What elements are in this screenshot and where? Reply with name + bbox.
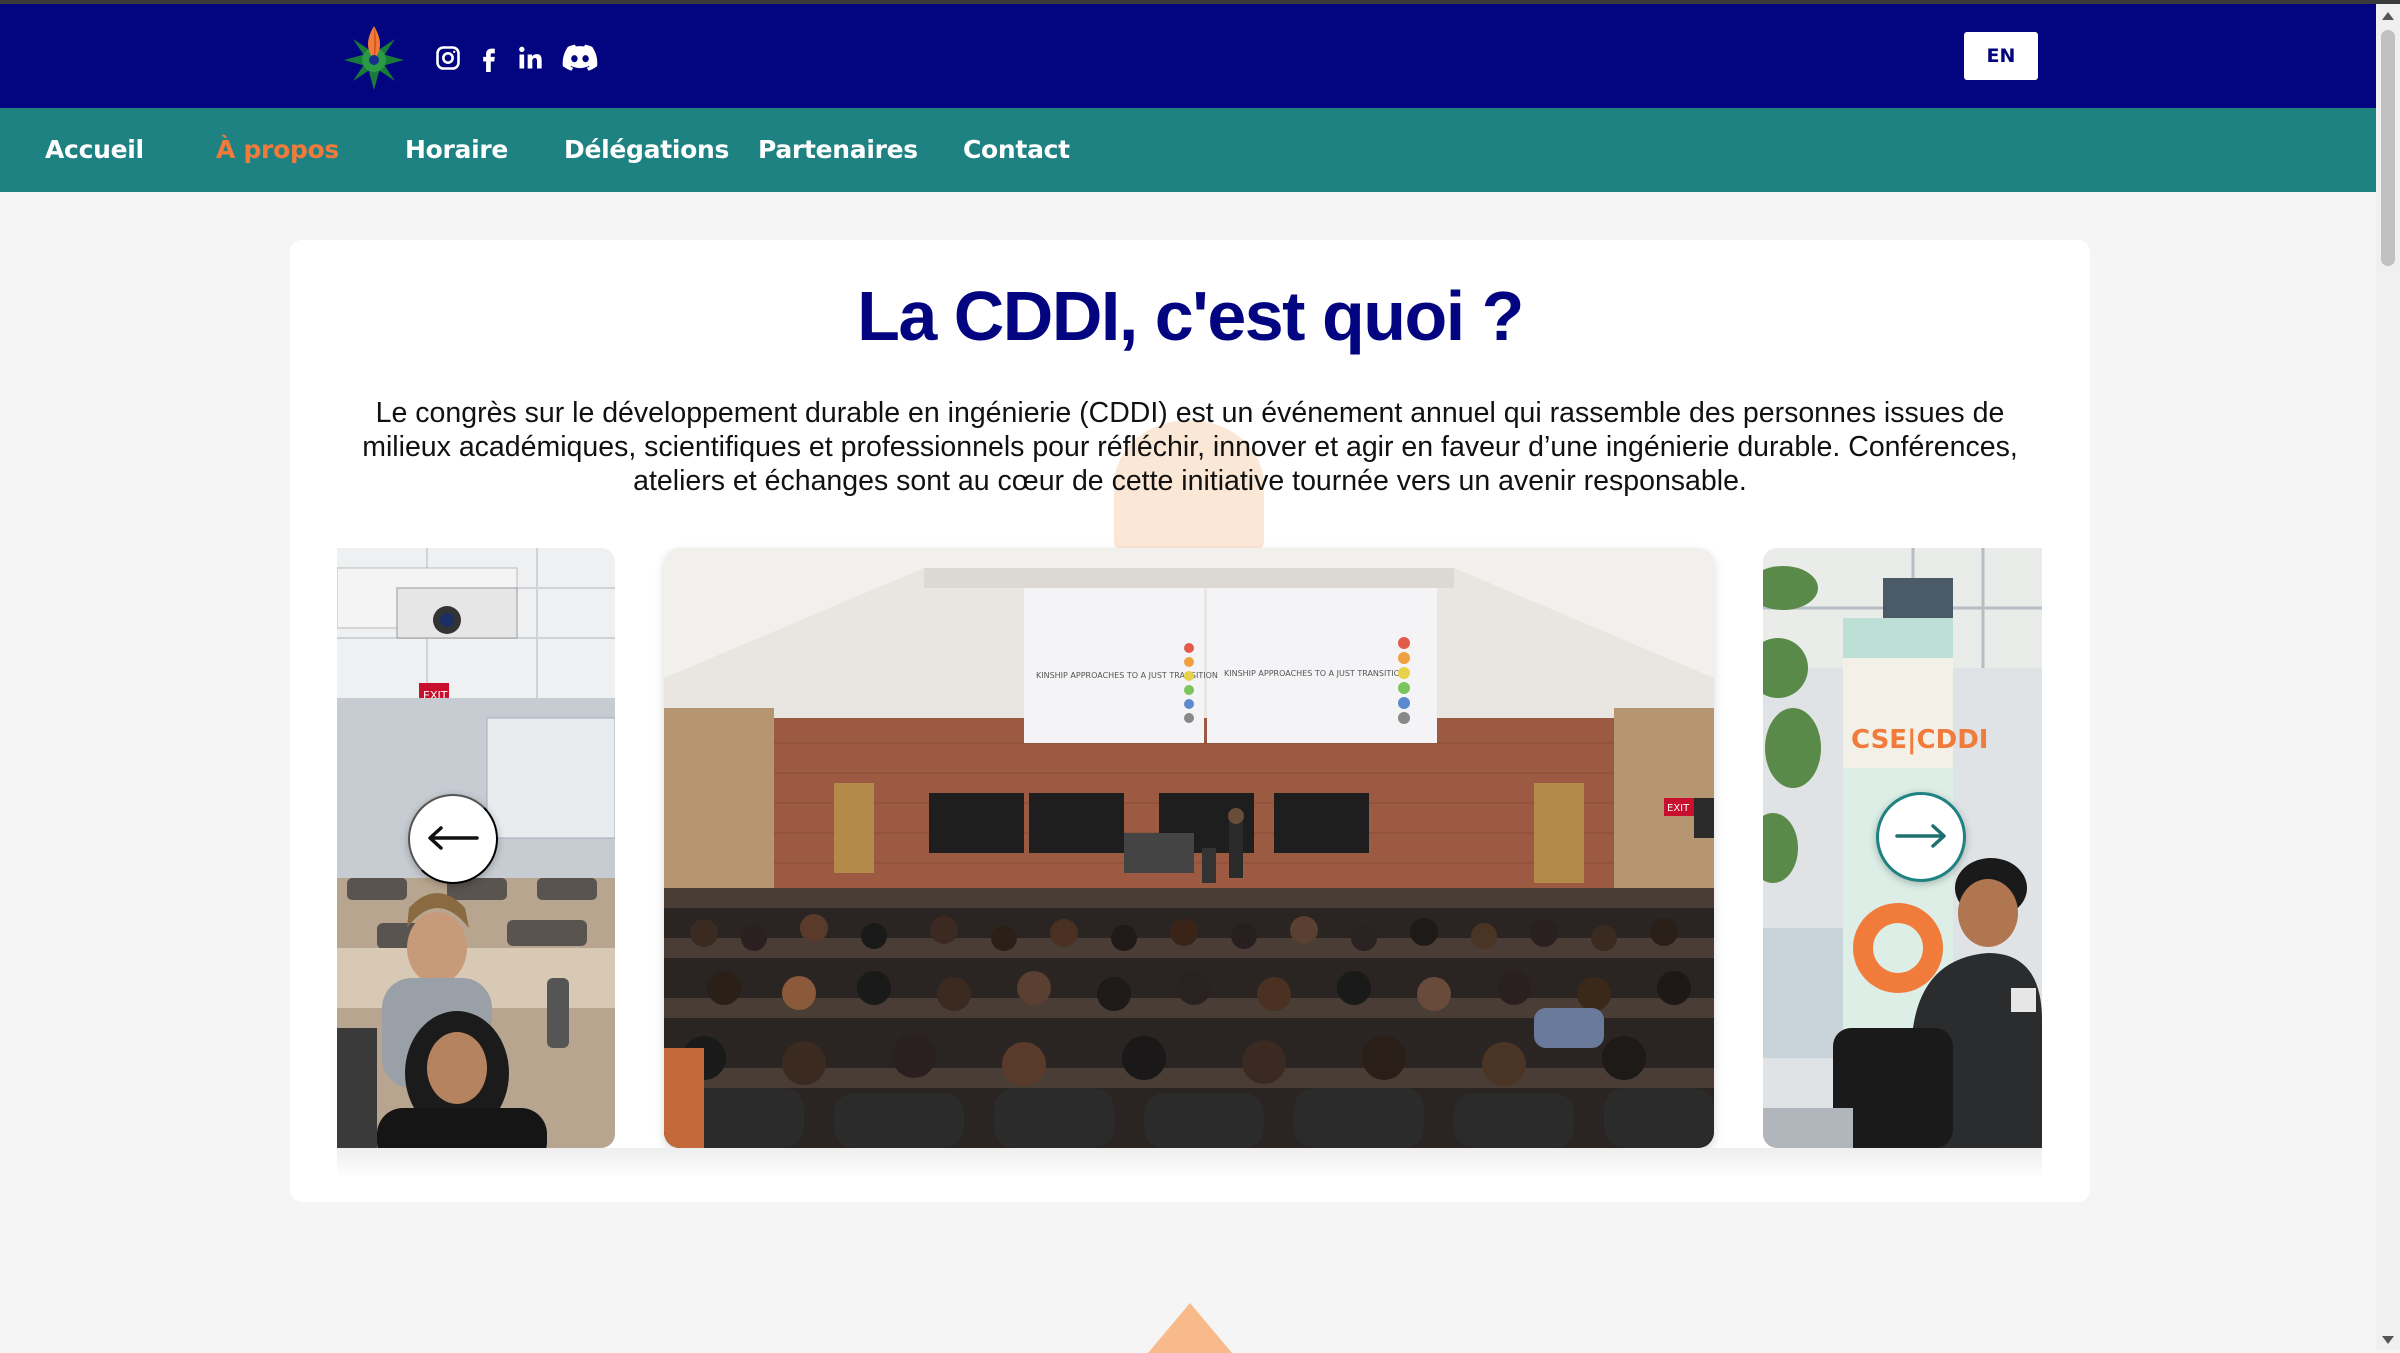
- linkedin-icon[interactable]: [510, 38, 550, 78]
- about-description: Le congrès sur le développement durable …: [362, 397, 2018, 497]
- slide-exit-sign: EXIT: [1667, 803, 1690, 814]
- discord-icon[interactable]: [560, 38, 600, 78]
- instagram-icon[interactable]: [428, 38, 468, 78]
- carousel-slide-current[interactable]: KINSHIP APPROACHES TO A JUST TRANSITION …: [664, 548, 1714, 1148]
- scroll-up-arrow-icon[interactable]: [2382, 12, 2394, 20]
- arrow-right-icon: [1895, 823, 1947, 851]
- nav-item-partenaires[interactable]: Partenaires: [758, 108, 918, 192]
- language-toggle-button[interactable]: EN: [1964, 32, 2038, 80]
- main-navigation: Accueil À propos Horaire Délégations Par…: [0, 108, 2376, 192]
- nav-item-contact[interactable]: Contact: [963, 108, 1070, 192]
- nav-item-accueil[interactable]: Accueil: [45, 108, 144, 192]
- page-title: La CDDI, c'est quoi ?: [857, 277, 1524, 355]
- cddi-logo-icon[interactable]: [340, 22, 408, 94]
- carousel-next-button[interactable]: [1876, 792, 1966, 882]
- page-scrollbar[interactable]: [2376, 4, 2400, 1350]
- banner-text: CSE|CDDI: [1851, 725, 1988, 755]
- scroll-down-arrow-icon[interactable]: [2382, 1336, 2394, 1344]
- nav-item-horaire[interactable]: Horaire: [405, 108, 508, 192]
- facebook-icon[interactable]: [469, 38, 509, 78]
- nav-item-a-propos[interactable]: À propos: [216, 108, 339, 192]
- decorative-triangle: [1148, 1303, 1232, 1353]
- carousel-prev-button[interactable]: [408, 794, 498, 884]
- carousel-shadow: [337, 1148, 2042, 1178]
- slide-screen-text-right: KINSHIP APPROACHES TO A JUST TRANSITION: [1224, 669, 1406, 678]
- scrollbar-thumb[interactable]: [2381, 30, 2395, 266]
- arrow-left-icon: [427, 825, 479, 853]
- top-header-bar: EN: [0, 4, 2376, 108]
- about-section-card: La CDDI, c'est quoi ? Le congrès sur le …: [290, 240, 2090, 1202]
- nav-item-delegations[interactable]: Délégations: [564, 108, 729, 192]
